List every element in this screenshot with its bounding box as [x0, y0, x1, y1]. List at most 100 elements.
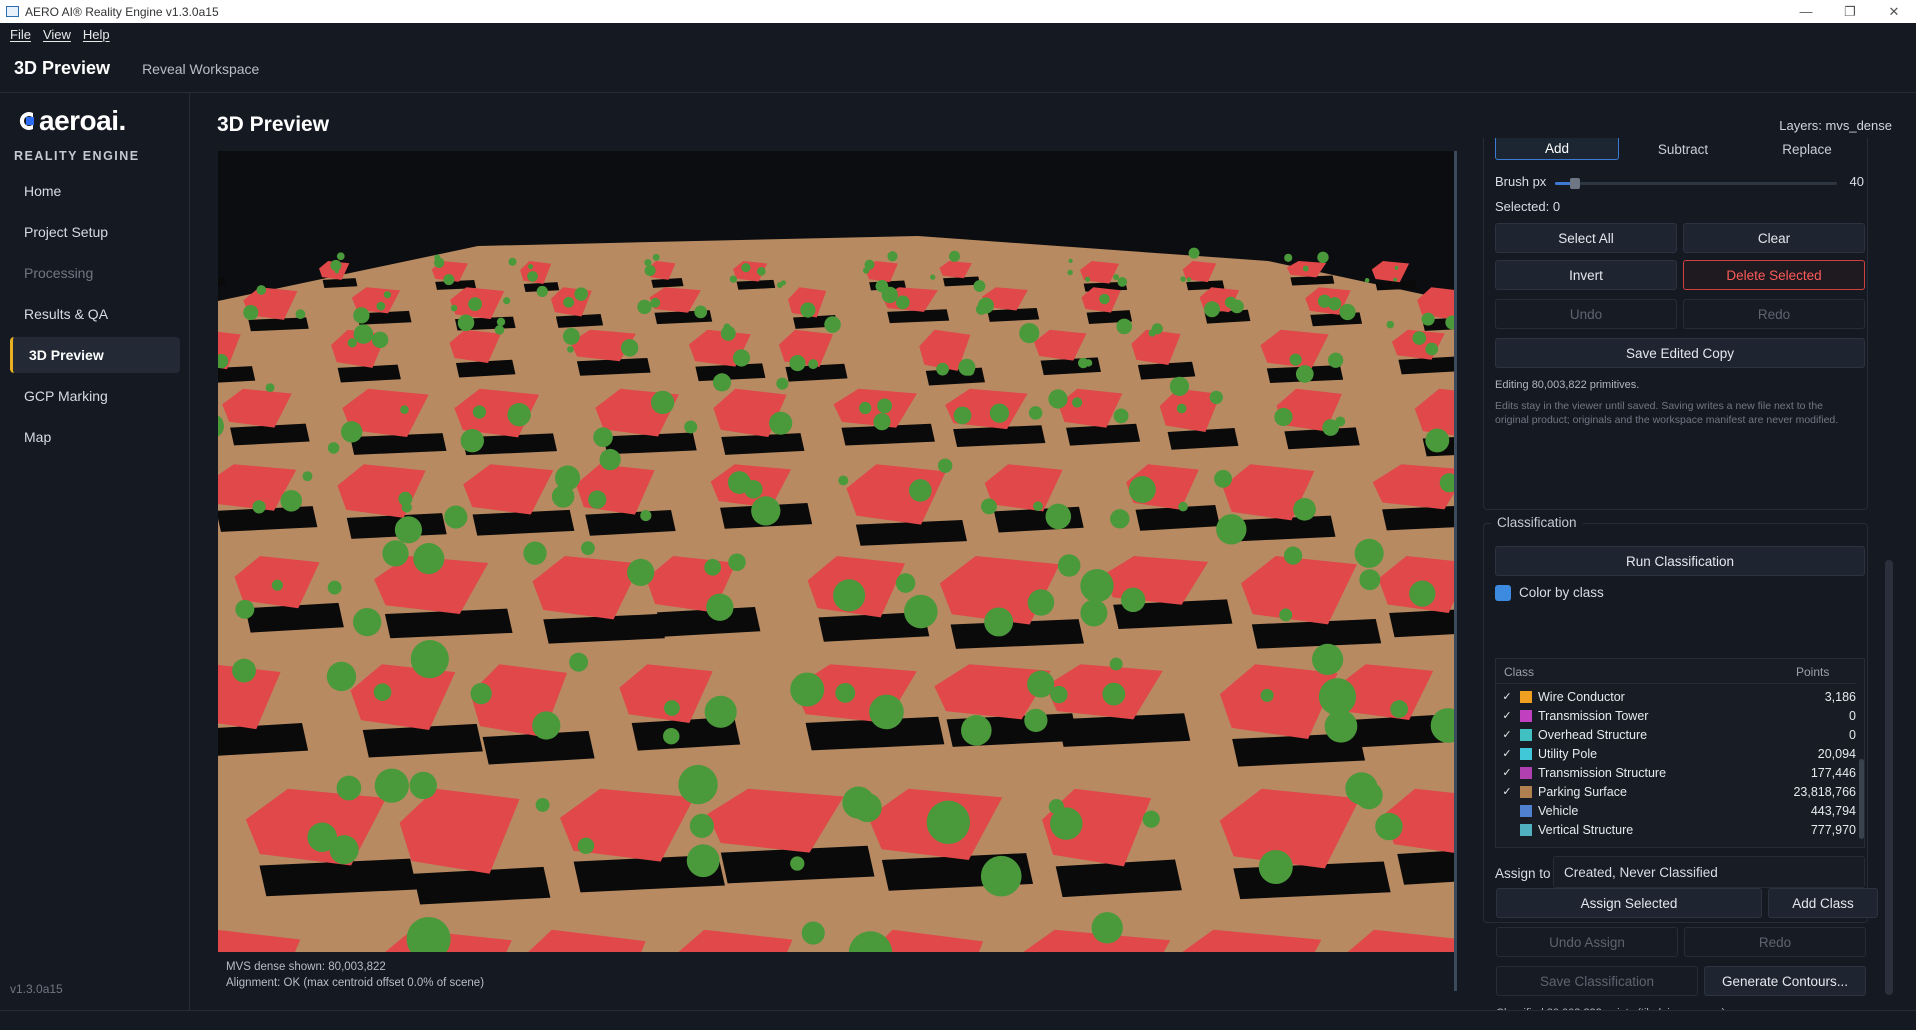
class-row[interactable]: ✓ Utility Pole 20,094: [1496, 744, 1856, 763]
mode-subtract[interactable]: Subtract: [1621, 138, 1745, 160]
tree-canopy: [523, 541, 547, 565]
tree-canopy: [1057, 554, 1081, 577]
menu-file[interactable]: File: [10, 27, 31, 42]
class-points: 777,970: [1810, 822, 1856, 837]
tree-canopy: [852, 792, 882, 823]
assign-to-select[interactable]: Created, Never Classified: [1553, 856, 1865, 888]
brush-label: Brush px: [1495, 174, 1547, 189]
tree-canopy: [751, 496, 781, 526]
splitter-handle[interactable]: [1454, 151, 1457, 991]
menu-view[interactable]: View: [43, 27, 71, 42]
tree-canopy: [383, 291, 392, 299]
generate-contours-button[interactable]: Generate Contours...: [1704, 966, 1866, 996]
brush-slider-handle[interactable]: [1569, 178, 1580, 189]
invert-button[interactable]: Invert: [1495, 260, 1677, 290]
tree-canopy: [353, 324, 374, 344]
tree-canopy: [706, 593, 734, 621]
tree-canopy: [652, 253, 660, 261]
tree-canopy: [535, 797, 550, 812]
color-by-class-checkbox[interactable]: [1495, 585, 1511, 601]
class-visible-checkbox[interactable]: ✓: [1496, 690, 1518, 703]
undo-assign-button[interactable]: Undo Assign: [1496, 927, 1678, 957]
nav-3d-preview[interactable]: 3D Preview: [10, 337, 180, 373]
tree-canopy: [953, 406, 972, 425]
tree-canopy: [1412, 331, 1427, 345]
nav-processing[interactable]: Processing: [10, 255, 180, 291]
class-name: Overhead Structure: [1538, 727, 1648, 742]
class-row[interactable]: ✓ Parking Surface 23,818,766: [1496, 782, 1856, 801]
tree-canopy: [1027, 589, 1055, 616]
delete-selected-button[interactable]: Delete Selected: [1683, 260, 1865, 290]
main-area: 3D Preview Layers: mvs_dense MVS dense s…: [191, 93, 1916, 1019]
tree-canopy: [1080, 599, 1108, 627]
tree-canopy: [1068, 258, 1073, 263]
tree-canopy: [1048, 799, 1064, 815]
class-row[interactable]: ✓ Transmission Structure 177,446: [1496, 763, 1856, 782]
menu-help[interactable]: Help: [83, 27, 110, 42]
class-row[interactable]: ✓ Transmission Tower 0: [1496, 706, 1856, 725]
point-cloud-render[interactable]: [218, 151, 1454, 952]
nav-map[interactable]: Map: [10, 419, 180, 455]
tree-canopy: [460, 428, 484, 453]
add-class-button[interactable]: Add Class: [1768, 888, 1878, 918]
clear-button[interactable]: Clear: [1683, 223, 1865, 253]
tree-canopy: [948, 250, 961, 262]
class-row[interactable]: ✓ Overhead Structure 0: [1496, 725, 1856, 744]
tree-canopy: [1019, 322, 1040, 344]
class-visible-checkbox[interactable]: ✓: [1496, 785, 1518, 798]
tree-canopy: [527, 271, 538, 282]
tree-canopy: [1425, 428, 1450, 453]
undo-button[interactable]: Undo: [1495, 299, 1677, 329]
panel-scrollbar[interactable]: [1885, 560, 1893, 995]
tree-canopy: [329, 835, 359, 865]
nav-gcp-marking[interactable]: GCP Marking: [10, 378, 180, 414]
tree-canopy: [1091, 912, 1123, 944]
tree-canopy: [1180, 276, 1186, 282]
class-visible-checkbox[interactable]: ✓: [1496, 728, 1518, 741]
tree-canopy: [593, 427, 613, 448]
nav-project-setup[interactable]: Project Setup: [10, 214, 180, 250]
col-class: Class: [1504, 665, 1535, 679]
save-classification-button[interactable]: Save Classification: [1496, 966, 1698, 996]
tree-canopy: [790, 672, 825, 707]
class-visible-checkbox[interactable]: ✓: [1496, 766, 1518, 779]
3d-viewport[interactable]: [218, 151, 1454, 952]
class-row[interactable]: Vertical Structure 777,970: [1496, 820, 1856, 839]
tree-canopy: [984, 607, 1014, 637]
class-table-scrollbar[interactable]: [1859, 759, 1864, 839]
assign-selected-button[interactable]: Assign Selected: [1496, 888, 1762, 918]
app-header: 3D Preview Reveal Workspace: [0, 45, 1916, 93]
class-visible-checkbox[interactable]: ✓: [1496, 709, 1518, 722]
minimize-button[interactable]: —: [1784, 0, 1828, 23]
close-button[interactable]: ✕: [1872, 0, 1916, 23]
class-row[interactable]: ✓ Wire Conductor 3,186: [1496, 687, 1856, 706]
tree-canopy: [1188, 247, 1200, 259]
class-name: Parking Surface: [1538, 784, 1627, 799]
tree-canopy: [567, 346, 574, 353]
brush-slider[interactable]: [1555, 178, 1837, 189]
class-row[interactable]: Vehicle 443,794: [1496, 801, 1856, 820]
run-classification-button[interactable]: Run Classification: [1495, 546, 1865, 576]
tree-canopy: [961, 715, 992, 746]
redo-button[interactable]: Redo: [1683, 299, 1865, 329]
select-all-button[interactable]: Select All: [1495, 223, 1677, 253]
tree-canopy: [1283, 546, 1303, 565]
mode-add[interactable]: Add: [1495, 138, 1619, 160]
nav-results-qa[interactable]: Results & QA: [10, 296, 180, 332]
tree-canopy: [650, 297, 661, 308]
tree-canopy: [780, 280, 786, 286]
save-edited-copy-button[interactable]: Save Edited Copy: [1495, 338, 1865, 368]
tree-canopy: [965, 366, 975, 376]
mode-replace[interactable]: Replace: [1745, 138, 1869, 160]
redo-assign-button[interactable]: Redo: [1684, 927, 1866, 957]
tree-canopy: [295, 309, 306, 320]
class-visible-checkbox[interactable]: ✓: [1496, 747, 1518, 760]
reveal-workspace-link[interactable]: Reveal Workspace: [142, 61, 259, 77]
restore-button[interactable]: ❐: [1828, 0, 1872, 23]
nav-home[interactable]: Home: [10, 173, 180, 209]
selected-count: Selected: 0: [1495, 199, 1561, 214]
tree-canopy: [936, 362, 949, 376]
tree-canopy: [1274, 407, 1293, 427]
class-points: 23,818,766: [1793, 784, 1856, 799]
tree-canopy: [1142, 810, 1160, 828]
